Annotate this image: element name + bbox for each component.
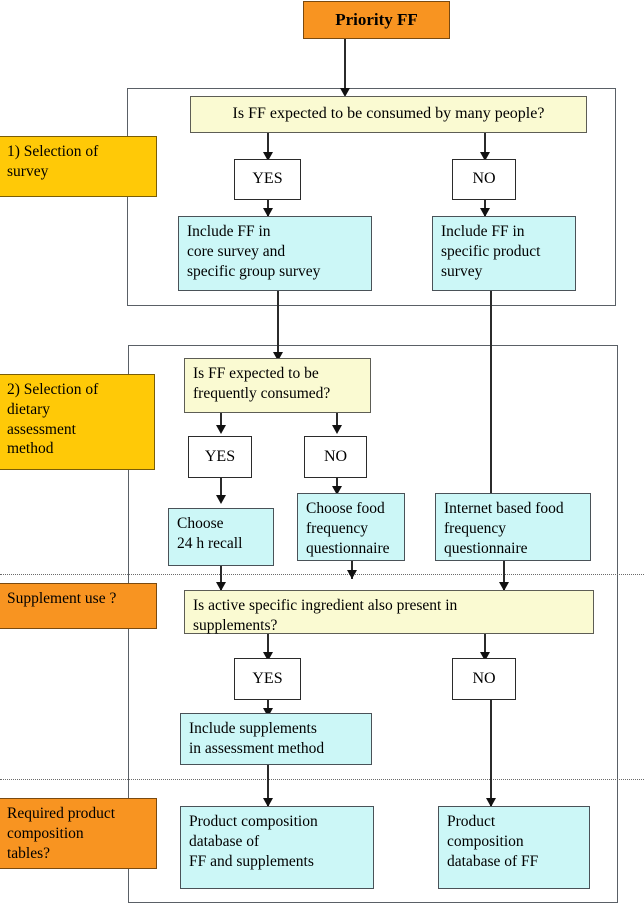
- flowchart-canvas: Priority FF 1) Selection of survey 2) Se…: [0, 0, 644, 919]
- outcome-include-ff-specific-product-survey[interactable]: Include FF in specific product survey: [432, 216, 576, 291]
- question-active-ingredient-in-supplements[interactable]: Is active specific ingredient also prese…: [184, 590, 594, 634]
- decision-q2-no[interactable]: NO: [304, 436, 367, 478]
- decision-q3-no[interactable]: NO: [452, 658, 516, 700]
- arrow-q2-to-no: [331, 425, 342, 434]
- question-ff-consumed-by-many[interactable]: Is FF expected to be consumed by many pe…: [190, 96, 587, 133]
- outcome-include-supplements-in-assessment[interactable]: Include supplements in assessment method: [180, 713, 372, 765]
- outcome-include-ff-core-survey[interactable]: Include FF in core survey and specific g…: [178, 216, 372, 291]
- decision-q2-yes[interactable]: YES: [188, 436, 252, 478]
- connector-root-to-q1: [344, 38, 346, 93]
- outcome-internet-based-food-frequency-questionnaire[interactable]: Internet based food frequency questionna…: [435, 493, 591, 561]
- node-priority-ff[interactable]: Priority FF: [303, 1, 450, 39]
- decision-q1-no[interactable]: NO: [452, 159, 516, 200]
- outcome-product-composition-db-ff[interactable]: Product composition database of FF: [438, 806, 590, 889]
- connector-no-to-db-ff: [490, 700, 492, 806]
- separator-supplement-use: [0, 574, 644, 575]
- decision-q3-yes[interactable]: YES: [234, 658, 301, 700]
- connector-specific-survey-to-internet-ffq: [490, 291, 492, 504]
- outcome-choose-24h-recall[interactable]: Choose 24 h recall: [168, 508, 274, 566]
- arrow-q2-to-yes: [215, 425, 226, 434]
- decision-q1-yes[interactable]: YES: [234, 159, 301, 200]
- separator-composition-tables: [0, 779, 644, 780]
- stage-label-required-product-composition-tables[interactable]: Required product composition tables?: [0, 798, 157, 869]
- outcome-product-composition-db-ff-and-supplements[interactable]: Product composition database of FF and s…: [180, 806, 374, 889]
- arrow-ffq-to-q3: [346, 570, 357, 579]
- question-ff-frequently-consumed[interactable]: Is FF expected to be frequently consumed…: [184, 358, 371, 413]
- stage-label-selection-of-survey[interactable]: 1) Selection of survey: [0, 136, 157, 197]
- outcome-choose-food-frequency-questionnaire[interactable]: Choose food frequency questionnaire: [297, 493, 405, 561]
- stage-label-supplement-use[interactable]: Supplement use ?: [0, 583, 157, 629]
- stage-label-dietary-assessment-method[interactable]: 2) Selection of dietary assessment metho…: [0, 374, 155, 470]
- arrow-yes-to-recall: [215, 495, 226, 504]
- connector-core-survey-to-q2: [277, 291, 279, 358]
